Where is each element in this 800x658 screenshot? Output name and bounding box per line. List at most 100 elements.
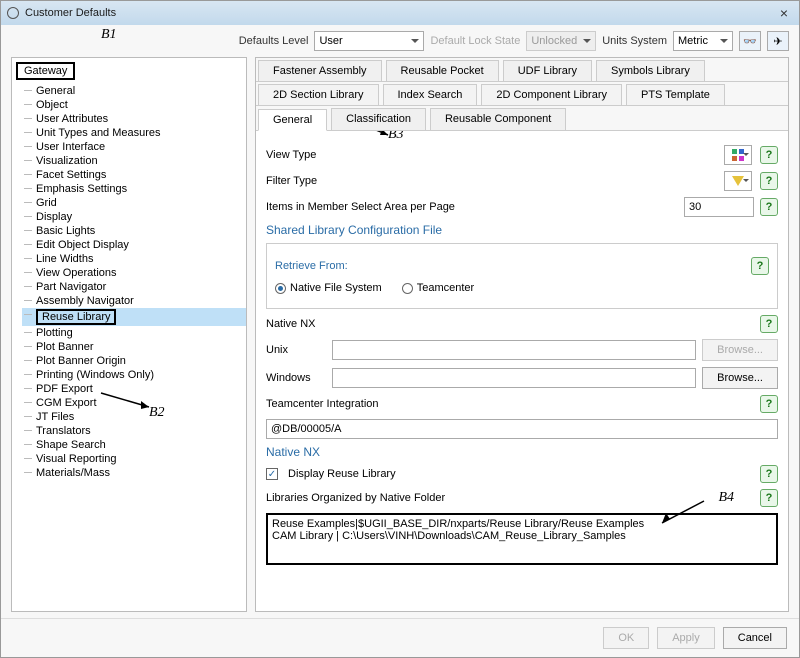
unix-label: Unix	[266, 344, 326, 356]
unix-browse-button: Browse...	[702, 339, 778, 361]
settings-pane: Fastener AssemblyReusable PocketUDF Libr…	[255, 57, 789, 612]
help-icon[interactable]: ?	[751, 257, 769, 275]
filter-type-label: Filter Type	[266, 175, 317, 187]
tree-item[interactable]: JT Files	[22, 410, 246, 424]
tabs-row-3: GeneralClassificationReusable Component	[256, 106, 788, 131]
shared-lib-title: Shared Library Configuration File	[266, 223, 778, 237]
tabs-row-1: Fastener AssemblyReusable PocketUDF Libr…	[256, 58, 788, 82]
display-reuse-label: Display Reuse Library	[288, 468, 396, 480]
gear-icon	[7, 7, 19, 19]
help-icon[interactable]: ?	[760, 198, 778, 216]
top-toolbar: Defaults Level User Default Lock State U…	[1, 25, 799, 57]
tab[interactable]: 2D Section Library	[258, 84, 379, 105]
units-select[interactable]: Metric	[673, 31, 733, 51]
wizard-icon[interactable]: ✈	[767, 31, 789, 51]
tree-item[interactable]: Visual Reporting	[22, 452, 246, 466]
tab[interactable]: Reusable Component	[430, 108, 566, 130]
unix-path-input[interactable]	[332, 340, 696, 360]
tree-item[interactable]: User Interface	[22, 140, 246, 154]
dialog-footer: OK Apply Cancel	[1, 618, 799, 657]
annotation-b4: B4	[718, 490, 734, 506]
customer-defaults-window: Customer Defaults × B1 Defaults Level Us…	[0, 0, 800, 658]
titlebar: Customer Defaults ×	[1, 1, 799, 25]
tab[interactable]: General	[258, 109, 327, 131]
defaults-level-select[interactable]: User	[314, 31, 424, 51]
help-icon[interactable]: ?	[760, 395, 778, 413]
help-icon[interactable]: ?	[760, 172, 778, 190]
units-label: Units System	[602, 35, 667, 47]
tab[interactable]: Index Search	[383, 84, 478, 105]
tree-item[interactable]: Line Widths	[22, 252, 246, 266]
apply-button: Apply	[657, 627, 715, 649]
tree-item[interactable]: Reuse Library	[22, 308, 246, 326]
retrieve-native-radio[interactable]: Native File System	[275, 282, 382, 294]
tree-item[interactable]: Visualization	[22, 154, 246, 168]
tree-item[interactable]: Translators	[22, 424, 246, 438]
retrieve-from-label: Retrieve From:	[275, 260, 348, 272]
tree-item[interactable]: PDF Export	[22, 382, 246, 396]
tree-item[interactable]: View Operations	[22, 266, 246, 280]
tree-item[interactable]: Shape Search	[22, 438, 246, 452]
tab[interactable]: Fastener Assembly	[258, 60, 382, 81]
tree-item[interactable]: Facet Settings	[22, 168, 246, 182]
windows-label: Windows	[266, 372, 326, 384]
close-icon[interactable]: ×	[775, 5, 793, 21]
help-icon[interactable]: ?	[760, 146, 778, 164]
tabs-row-2: 2D Section LibraryIndex Search2D Compone…	[256, 82, 788, 106]
tree-item[interactable]: Materials/Mass	[22, 466, 246, 480]
tree-item[interactable]: Plotting	[22, 326, 246, 340]
tab[interactable]: Reusable Pocket	[386, 60, 499, 81]
annotation-b3: B3	[388, 131, 404, 143]
nav-tree[interactable]: Gateway GeneralObjectUser AttributesUnit…	[11, 57, 247, 612]
tree-item[interactable]: Printing (Windows Only)	[22, 368, 246, 382]
help-icon[interactable]: ?	[760, 315, 778, 333]
tc-integration-label: Teamcenter Integration	[266, 398, 379, 410]
lock-state-select: Unlocked	[526, 31, 596, 51]
view-type-select[interactable]	[724, 145, 752, 165]
grid-icon	[732, 149, 744, 161]
libs-by-folder-input[interactable]	[266, 513, 778, 565]
tree-item[interactable]: Emphasis Settings	[22, 182, 246, 196]
tree-item[interactable]: Plot Banner Origin	[22, 354, 246, 368]
filter-type-select[interactable]	[724, 171, 752, 191]
native-nx-section-title: Native NX	[266, 445, 778, 459]
tree-item[interactable]: Part Navigator	[22, 280, 246, 294]
defaults-level-label: Defaults Level	[239, 35, 309, 47]
view-type-label: View Type	[266, 149, 316, 161]
ok-button: OK	[603, 627, 649, 649]
native-nx-label: Native NX	[266, 318, 316, 330]
tree-item[interactable]: Plot Banner	[22, 340, 246, 354]
tree-item[interactable]: General	[22, 84, 246, 98]
tab[interactable]: PTS Template	[626, 84, 725, 105]
window-title: Customer Defaults	[25, 7, 116, 19]
tab[interactable]: UDF Library	[503, 60, 592, 81]
tree-item[interactable]: Assembly Navigator	[22, 294, 246, 308]
lock-state-label: Default Lock State	[430, 35, 520, 47]
tree-item[interactable]: User Attributes	[22, 112, 246, 126]
display-reuse-checkbox[interactable]: ✓	[266, 468, 278, 480]
funnel-icon	[732, 176, 744, 186]
tree-item[interactable]: Display	[22, 210, 246, 224]
tab[interactable]: Symbols Library	[596, 60, 705, 81]
items-per-page-input[interactable]	[684, 197, 754, 217]
tree-item[interactable]: Edit Object Display	[22, 238, 246, 252]
tree-item[interactable]: CGM Export	[22, 396, 246, 410]
help-icon[interactable]: ?	[760, 465, 778, 483]
help-icon[interactable]: ?	[760, 489, 778, 507]
items-per-page-label: Items in Member Select Area per Page	[266, 201, 455, 213]
tree-item[interactable]: Basic Lights	[22, 224, 246, 238]
libs-by-folder-label: Libraries Organized by Native Folder	[266, 492, 445, 504]
tab[interactable]: Classification	[331, 108, 426, 130]
cancel-button[interactable]: Cancel	[723, 627, 787, 649]
tree-item[interactable]: Grid	[22, 196, 246, 210]
retrieve-teamcenter-radio[interactable]: Teamcenter	[402, 282, 474, 294]
tab[interactable]: 2D Component Library	[481, 84, 622, 105]
tree-item[interactable]: Object	[22, 98, 246, 112]
windows-browse-button[interactable]: Browse...	[702, 367, 778, 389]
tree-item[interactable]: Unit Types and Measures	[22, 126, 246, 140]
tree-root-gateway[interactable]: Gateway	[16, 62, 75, 80]
binoculars-icon[interactable]: 👓	[739, 31, 761, 51]
tc-integration-input[interactable]	[266, 419, 778, 439]
tab-content-general: B3 View Type ? Filter Type ? Items in Me…	[256, 131, 788, 611]
windows-path-input[interactable]	[332, 368, 696, 388]
